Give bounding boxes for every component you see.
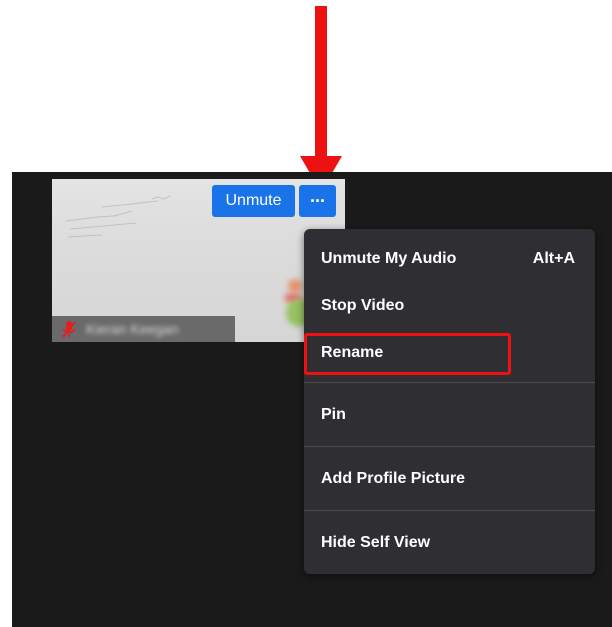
participant-name: Kieran Keegan bbox=[86, 321, 179, 337]
annotation-arrow-shaft bbox=[315, 6, 327, 158]
screenshot-stage: Kieran Keegan Unmute ··· Unmute My Audio… bbox=[0, 0, 612, 627]
menu-item-label: Unmute My Audio bbox=[321, 250, 457, 267]
menu-item-label: Stop Video bbox=[321, 297, 405, 314]
menu-divider bbox=[304, 446, 595, 447]
menu-item-label: Hide Self View bbox=[321, 534, 431, 551]
menu-item-add-profile-picture[interactable]: Add Profile Picture bbox=[304, 459, 595, 499]
mic-muted-icon bbox=[58, 318, 80, 340]
whiteboard-background-decoration bbox=[65, 195, 171, 238]
menu-item-unmute-my-audio[interactable]: Unmute My Audio Alt+A bbox=[304, 239, 595, 279]
annotation-highlight-box bbox=[304, 333, 511, 375]
participant-name-bar: Kieran Keegan bbox=[52, 316, 235, 342]
background-blob bbox=[288, 279, 302, 293]
menu-item-stop-video[interactable]: Stop Video bbox=[304, 286, 595, 326]
menu-item-label: Add Profile Picture bbox=[321, 470, 466, 487]
menu-divider bbox=[304, 510, 595, 511]
menu-item-shortcut: Alt+A bbox=[532, 250, 575, 267]
menu-divider bbox=[304, 382, 595, 383]
menu-item-pin[interactable]: Pin bbox=[304, 395, 595, 435]
participant-context-menu: Unmute My Audio Alt+A Stop Video Rename … bbox=[304, 229, 595, 574]
more-options-button[interactable]: ··· bbox=[299, 185, 336, 217]
unmute-button[interactable]: Unmute bbox=[212, 185, 295, 217]
menu-item-hide-self-view[interactable]: Hide Self View bbox=[304, 523, 595, 563]
menu-item-label: Pin bbox=[321, 406, 346, 423]
